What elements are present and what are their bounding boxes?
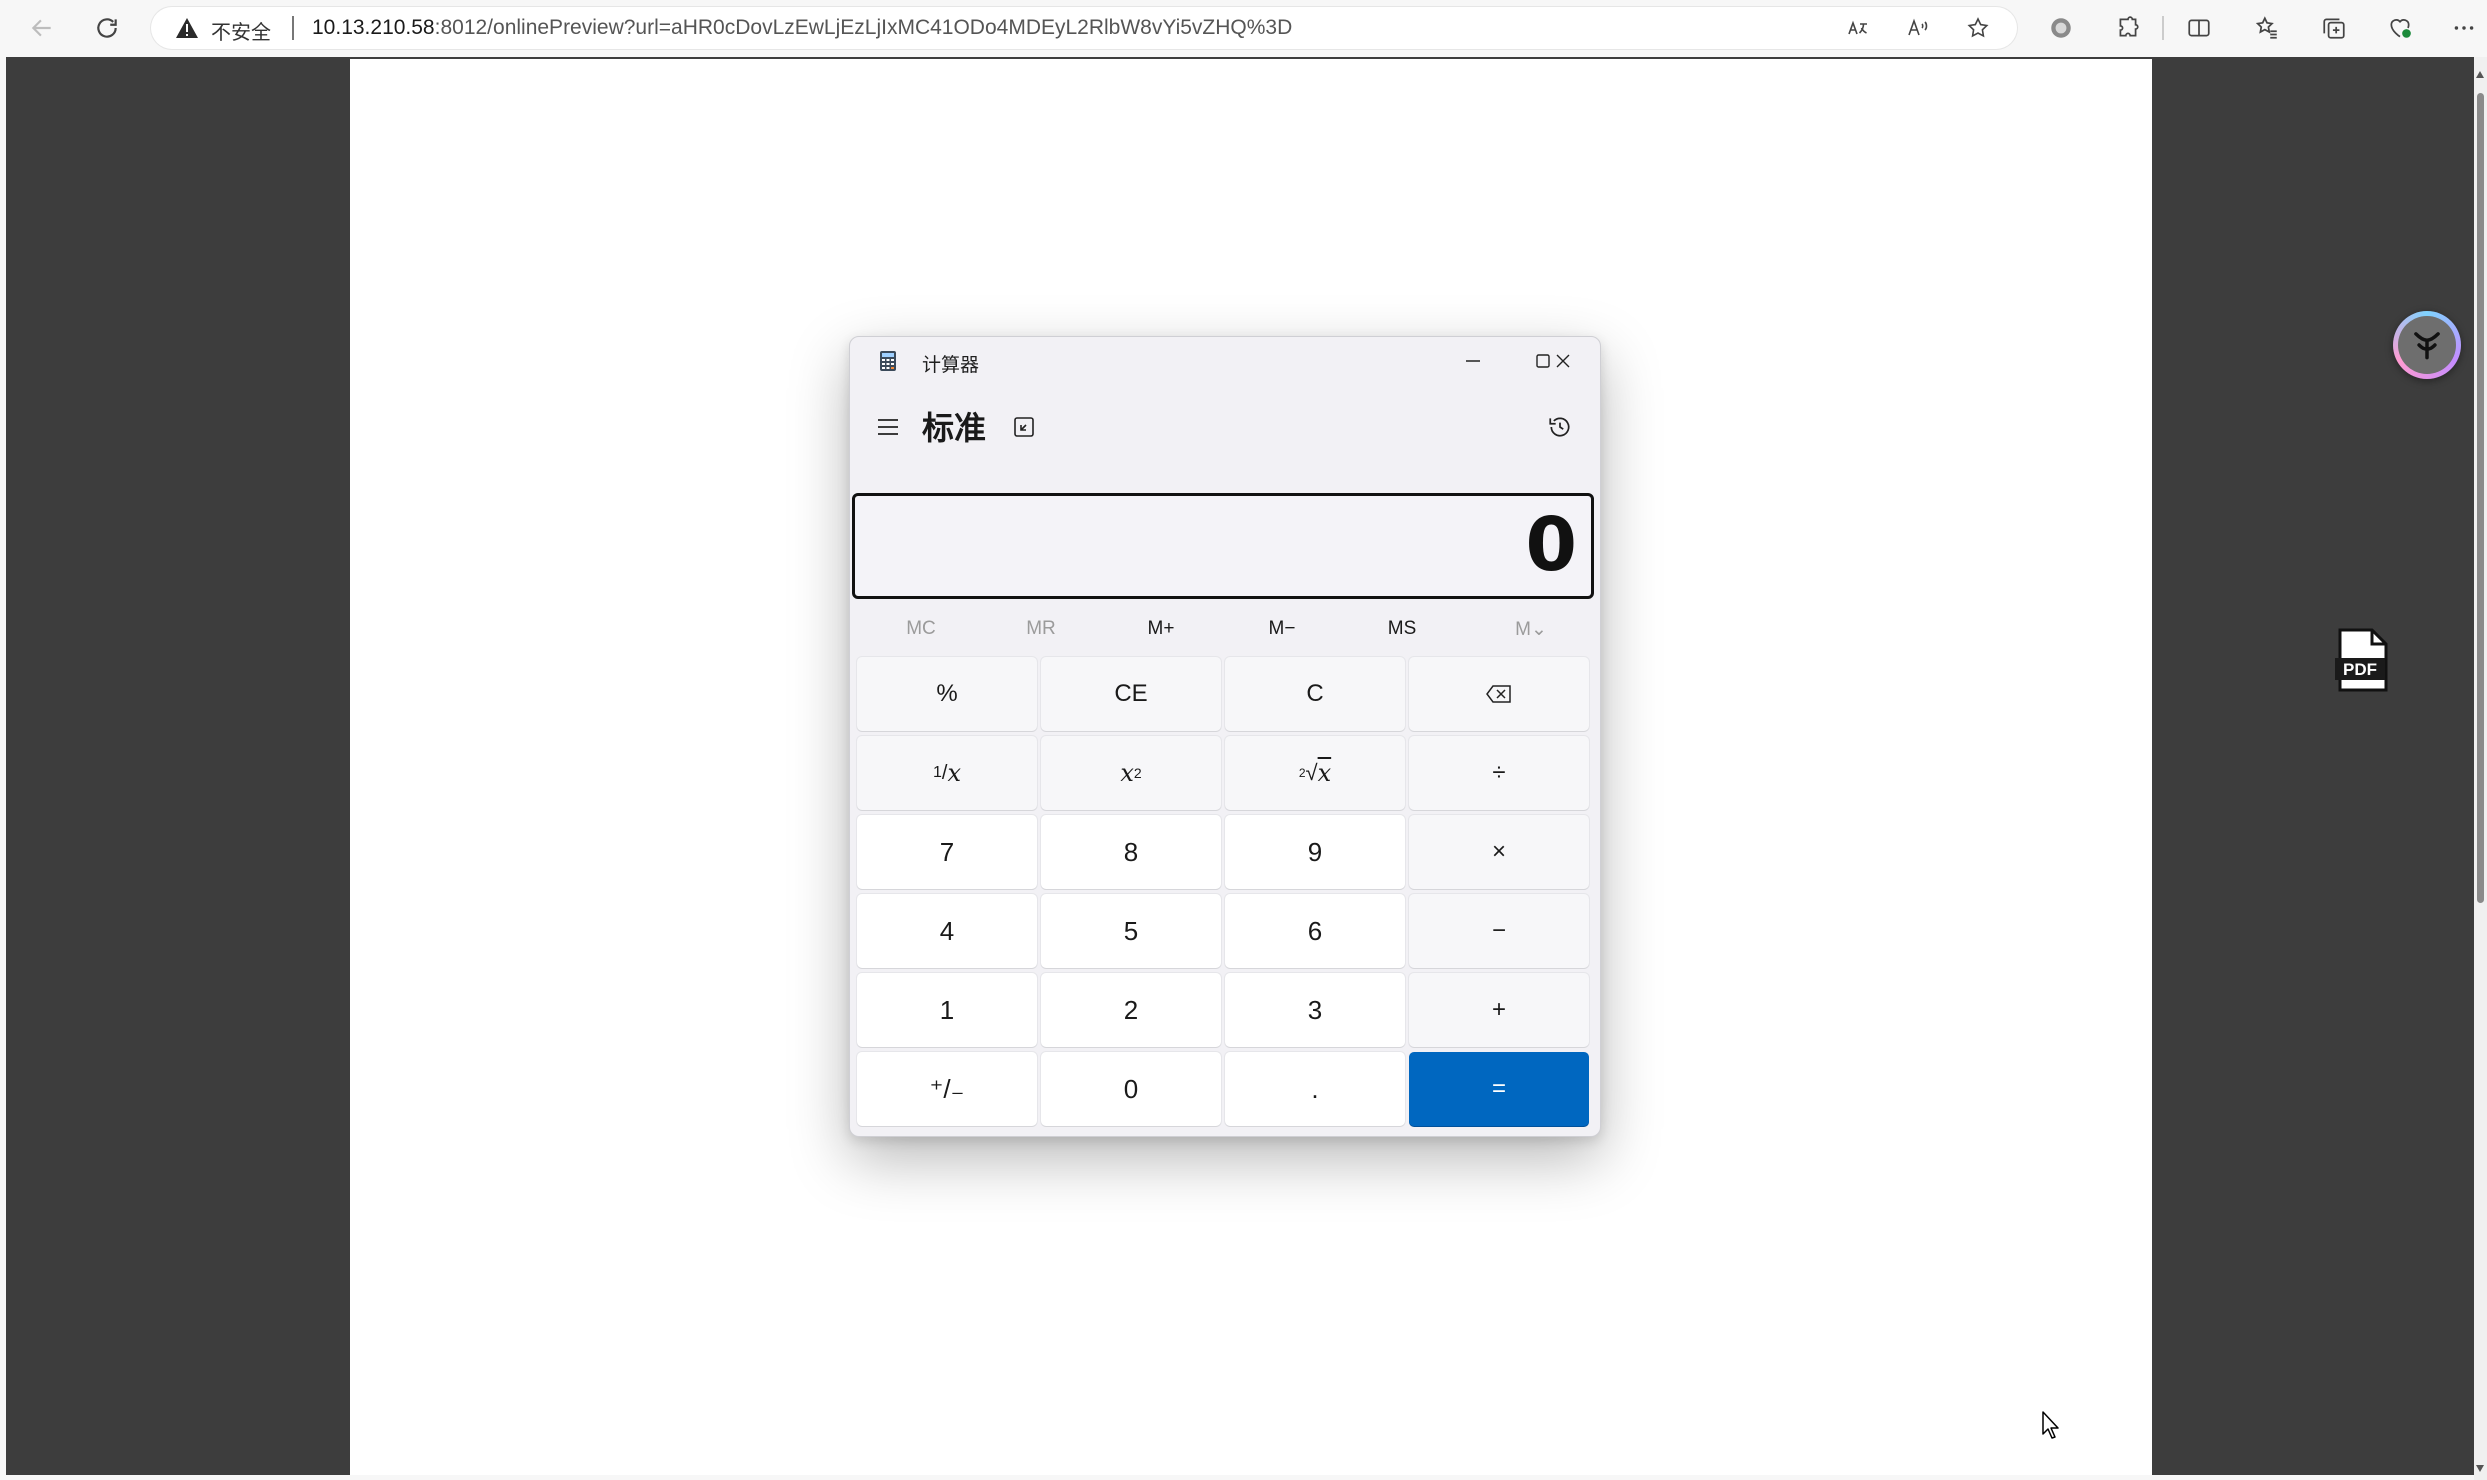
calculator-window: 计算器 标准 0 MC MR M+ M− MS M⌄ % CE C 1 / x … — [849, 336, 1601, 1137]
more-horizontal-icon — [2454, 26, 2474, 30]
url-text[interactable]: 10.13.210.58:8012/onlinePreview?url=aHR0… — [312, 16, 1292, 40]
digit-0-button[interactable]: 0 — [1041, 1052, 1221, 1126]
back-button[interactable] — [20, 6, 64, 50]
mode-title: 标准 — [922, 410, 987, 446]
star-icon — [1967, 17, 1989, 38]
url-path: :8012/onlinePreview?url=aHR0cDovLzEwLjEz… — [434, 16, 1293, 39]
subtract-button[interactable]: − — [1409, 894, 1589, 968]
percent-button[interactable]: % — [857, 657, 1037, 731]
digit-3-button[interactable]: 3 — [1225, 973, 1405, 1047]
minimize-icon — [1466, 360, 1480, 362]
refresh-button[interactable] — [85, 6, 129, 50]
browser-toolbar: 不安全 10.13.210.58:8012/onlinePreview?url=… — [0, 0, 2487, 56]
history-icon — [1549, 417, 1570, 437]
close-button[interactable] — [1528, 337, 1598, 385]
decimal-button[interactable]: . — [1225, 1052, 1405, 1126]
divide-button[interactable]: ÷ — [1409, 736, 1589, 810]
backspace-button[interactable] — [1409, 657, 1589, 731]
warning-icon — [176, 18, 198, 38]
url-host: 10.13.210.58 — [312, 16, 435, 39]
translate-button[interactable] — [1841, 11, 1875, 45]
memory-clear-button[interactable]: MC — [866, 607, 976, 651]
square-root-button[interactable]: 2 √ x — [1225, 736, 1405, 810]
memory-store-button[interactable]: MS — [1347, 607, 1457, 651]
reciprocal-button[interactable]: 1/x — [857, 736, 1037, 810]
digit-5-button[interactable]: 5 — [1041, 894, 1221, 968]
record-icon — [2051, 18, 2071, 38]
read-aloud-button[interactable] — [1901, 11, 1935, 45]
scroll-up-icon[interactable] — [2476, 71, 2484, 78]
memory-recall-button[interactable]: MR — [986, 607, 1096, 651]
collections-icon — [2323, 18, 2345, 39]
puzzle-icon — [2119, 16, 2139, 37]
address-bar[interactable]: 不安全 10.13.210.58:8012/onlinePreview?url=… — [151, 7, 2017, 49]
sqrt-index: 2 — [1298, 766, 1306, 780]
assistant-logo-icon — [2414, 332, 2440, 360]
vertical-scrollbar[interactable] — [2474, 57, 2487, 1480]
favorite-button[interactable] — [1961, 11, 1995, 45]
backspace-icon — [1486, 685, 1511, 703]
memory-row: MC MR M+ M− MS M⌄ — [856, 607, 1594, 651]
calculator-titlebar[interactable]: 计算器 — [850, 337, 1600, 385]
pdf-file-icon[interactable]: PDF — [2334, 628, 2392, 692]
translate-icon — [1848, 20, 1867, 35]
read-aloud-icon — [1908, 18, 1928, 36]
display-value: 0 — [1525, 502, 1578, 588]
history-button[interactable] — [1540, 407, 1580, 447]
favorites-button[interactable] — [2245, 6, 2289, 50]
square-base: x — [1120, 759, 1134, 787]
toolbar-divider — [2162, 16, 2164, 40]
add-button[interactable]: + — [1409, 973, 1589, 1047]
memory-subtract-button[interactable]: M− — [1227, 607, 1337, 651]
mouse-cursor-icon — [2042, 1411, 2059, 1439]
favorites-icon — [2255, 16, 2277, 39]
digit-8-button[interactable]: 8 — [1041, 815, 1221, 889]
settings-more-button[interactable] — [2442, 6, 2486, 50]
reciprocal-denominator: x — [947, 759, 961, 787]
close-icon — [1556, 354, 1570, 368]
refresh-icon — [97, 18, 117, 38]
assistant-avatar — [2398, 316, 2456, 374]
digit-4-button[interactable]: 4 — [857, 894, 1037, 968]
split-screen-button[interactable] — [2177, 6, 2221, 50]
sqrt-radicand: x — [1317, 759, 1332, 787]
floating-assistant-button[interactable] — [2393, 311, 2461, 379]
extension-button[interactable] — [2039, 6, 2083, 50]
result-display: 0 — [852, 493, 1594, 599]
minimize-button[interactable] — [1438, 337, 1508, 385]
multiply-button[interactable]: × — [1409, 815, 1589, 889]
navigation-menu-button[interactable] — [868, 407, 908, 447]
memory-add-button[interactable]: M+ — [1106, 607, 1216, 651]
keep-on-top-icon — [1014, 417, 1034, 437]
address-divider — [292, 16, 294, 40]
collections-button[interactable] — [2312, 6, 2356, 50]
negate-button[interactable]: ⁺/₋ — [857, 1052, 1037, 1126]
arrow-left-icon — [31, 19, 51, 37]
split-screen-icon — [2188, 19, 2210, 37]
memory-list-button[interactable]: M⌄ — [1476, 607, 1586, 651]
calculator-app-icon — [880, 351, 896, 371]
digit-7-button[interactable]: 7 — [857, 815, 1037, 889]
square-button[interactable]: x2 — [1041, 736, 1221, 810]
scroll-thumb[interactable] — [2477, 93, 2484, 903]
scroll-down-icon[interactable] — [2476, 1465, 2484, 1472]
security-label[interactable]: 不安全 — [211, 16, 271, 45]
equals-button[interactable]: = — [1409, 1052, 1589, 1126]
square-exponent: 2 — [1133, 765, 1142, 781]
keep-on-top-button[interactable] — [1004, 407, 1044, 447]
heart-pulse-icon — [2390, 19, 2411, 38]
window-title: 计算器 — [922, 355, 980, 376]
clear-button[interactable]: C — [1225, 657, 1405, 731]
pdf-label: PDF — [2343, 660, 2377, 679]
extensions-button[interactable] — [2106, 6, 2150, 50]
hamburger-icon — [878, 419, 898, 435]
digit-9-button[interactable]: 9 — [1225, 815, 1405, 889]
digit-6-button[interactable]: 6 — [1225, 894, 1405, 968]
browser-essentials-button[interactable] — [2378, 6, 2422, 50]
digit-1-button[interactable]: 1 — [857, 973, 1037, 1047]
reciprocal-numerator: 1 — [932, 764, 942, 781]
keypad: % CE C 1/x x2 2 √ x ÷ 7 8 9 × 4 5 6 − 1 2 … — [857, 657, 1597, 1131]
clear-entry-button[interactable]: CE — [1041, 657, 1221, 731]
digit-2-button[interactable]: 2 — [1041, 973, 1221, 1047]
